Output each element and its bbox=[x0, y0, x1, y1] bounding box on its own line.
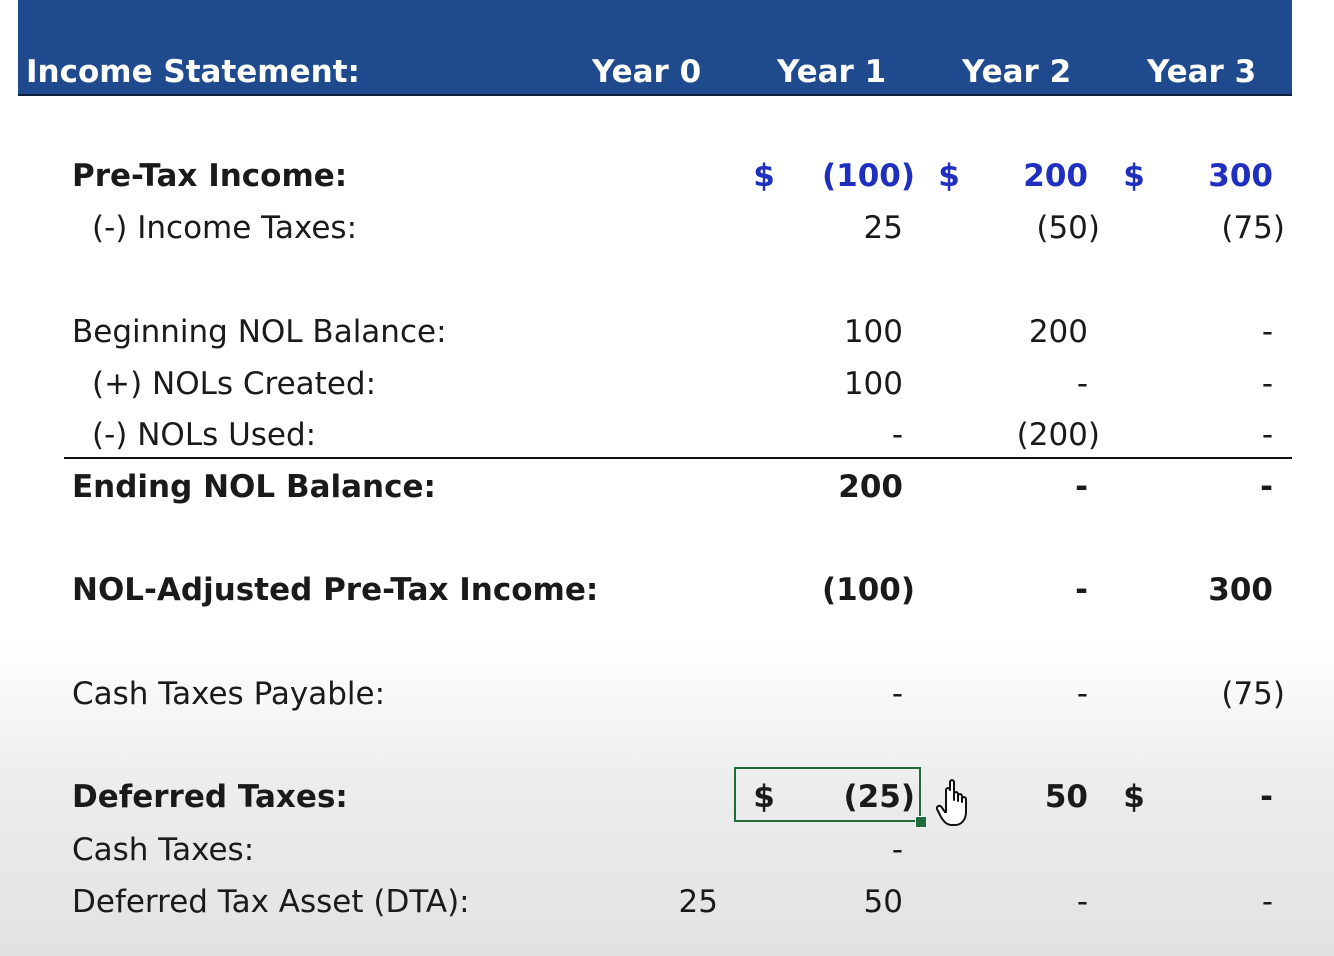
dta-y3-cell[interactable]: - bbox=[1110, 880, 1273, 924]
row-nols-created: (+) NOLs Created: 100 - - bbox=[0, 362, 1334, 406]
deferred-taxes-label: Deferred Taxes: bbox=[72, 779, 348, 815]
income-taxes-y3-value: (75) bbox=[1221, 210, 1285, 246]
beginning-nol-label: Beginning NOL Balance: bbox=[72, 314, 447, 350]
header-year-3[interactable]: Year 3 bbox=[1147, 52, 1256, 92]
dta-y1-cell[interactable]: 50 bbox=[740, 880, 903, 924]
dta-y2-cell[interactable]: - bbox=[925, 880, 1088, 924]
deferred-y1-cell[interactable]: (25) bbox=[740, 775, 915, 819]
nol-adjusted-y1-value: (100) bbox=[821, 572, 915, 608]
ending-nol-y2-cell[interactable]: - bbox=[925, 465, 1088, 509]
dta-label: Deferred Tax Asset (DTA): bbox=[72, 884, 470, 920]
header-year-2[interactable]: Year 2 bbox=[962, 52, 1071, 92]
hand-pointer-icon bbox=[936, 779, 967, 826]
row-beginning-nol: Beginning NOL Balance: 100 200 - bbox=[0, 310, 1334, 354]
pretax-y2-cell[interactable]: 200 bbox=[925, 154, 1088, 198]
ending-nol-y1-cell[interactable]: 200 bbox=[740, 465, 903, 509]
beginning-nol-y3-cell[interactable]: - bbox=[1110, 310, 1273, 354]
row-nols-used: (-) NOLs Used: - (200) - bbox=[0, 413, 1334, 457]
pretax-income-label: Pre-Tax Income: bbox=[72, 158, 348, 194]
row-ending-nol: Ending NOL Balance: 200 - - bbox=[0, 465, 1334, 509]
nols-created-y2-cell[interactable]: - bbox=[925, 362, 1088, 406]
nols-used-y1-cell[interactable]: - bbox=[740, 413, 903, 457]
cash-taxes-y1-cell[interactable]: - bbox=[740, 828, 903, 872]
nol-adjusted-label: NOL-Adjusted Pre-Tax Income: bbox=[72, 572, 599, 608]
cash-taxes-payable-y2-cell[interactable]: - bbox=[925, 672, 1088, 716]
beginning-nol-y2-cell[interactable]: 200 bbox=[925, 310, 1088, 354]
nol-adjusted-y1-cell[interactable]: (100) bbox=[740, 568, 915, 612]
pretax-y1-value: (100) bbox=[821, 158, 915, 194]
pretax-y1-cell[interactable]: (100) bbox=[740, 154, 915, 198]
income-taxes-y1-cell[interactable]: 25 bbox=[740, 206, 903, 250]
ending-nol-y3-cell[interactable]: - bbox=[1110, 465, 1273, 509]
pretax-y3-cell[interactable]: 300 bbox=[1110, 154, 1273, 198]
nols-created-y3-cell[interactable]: - bbox=[1110, 362, 1273, 406]
cash-taxes-payable-y3-cell[interactable]: (75) bbox=[1110, 672, 1285, 716]
nol-adjusted-y2-cell[interactable]: - bbox=[925, 568, 1088, 612]
nols-created-y1-cell[interactable]: 100 bbox=[740, 362, 903, 406]
dta-y0-cell[interactable]: 25 bbox=[560, 880, 718, 924]
nols-used-y2-cell[interactable]: (200) bbox=[925, 413, 1100, 457]
deferred-y1-value: (25) bbox=[843, 779, 915, 815]
ending-nol-label: Ending NOL Balance: bbox=[72, 469, 436, 505]
nols-used-label: (-) NOLs Used: bbox=[92, 417, 317, 453]
header-year-1[interactable]: Year 1 bbox=[777, 52, 886, 92]
cash-taxes-payable-y1-cell[interactable]: - bbox=[740, 672, 903, 716]
nols-used-y2-value: (200) bbox=[1016, 417, 1100, 453]
subtotal-border bbox=[64, 457, 1292, 459]
row-deferred-tax-asset: Deferred Tax Asset (DTA): 25 50 - - bbox=[0, 880, 1334, 924]
cash-taxes-payable-y3-value: (75) bbox=[1221, 676, 1285, 712]
income-taxes-y2-cell[interactable]: (50) bbox=[925, 206, 1100, 250]
row-income-taxes: (-) Income Taxes: 25 (50) (75) bbox=[0, 206, 1334, 250]
table-header: Income Statement: Year 0 Year 1 Year 2 Y… bbox=[18, 0, 1292, 96]
nols-used-y3-cell[interactable]: - bbox=[1110, 413, 1273, 457]
beginning-nol-y1-cell[interactable]: 100 bbox=[740, 310, 903, 354]
row-nol-adjusted-income: NOL-Adjusted Pre-Tax Income: (100) - 300 bbox=[0, 568, 1334, 612]
header-year-0[interactable]: Year 0 bbox=[592, 52, 701, 92]
row-cash-taxes-payable: Cash Taxes Payable: - - (75) bbox=[0, 672, 1334, 716]
income-taxes-label: (-) Income Taxes: bbox=[92, 210, 358, 246]
cash-taxes-payable-label: Cash Taxes Payable: bbox=[72, 676, 386, 712]
deferred-y3-cell[interactable]: - bbox=[1110, 775, 1273, 819]
cash-taxes-label: Cash Taxes: bbox=[72, 832, 255, 868]
income-taxes-y3-cell[interactable]: (75) bbox=[1110, 206, 1285, 250]
row-deferred-taxes: Deferred Taxes: $ (25) 50 $ - bbox=[0, 775, 1334, 819]
income-taxes-y2-value: (50) bbox=[1036, 210, 1100, 246]
nol-adjusted-y3-cell[interactable]: 300 bbox=[1110, 568, 1273, 612]
row-pretax-income: Pre-Tax Income: $ (100) $ 200 $ 300 bbox=[0, 154, 1334, 198]
statement-title: Income Statement: bbox=[26, 54, 360, 90]
row-cash-taxes: Cash Taxes: - bbox=[0, 828, 1334, 872]
nols-created-label: (+) NOLs Created: bbox=[92, 366, 377, 402]
